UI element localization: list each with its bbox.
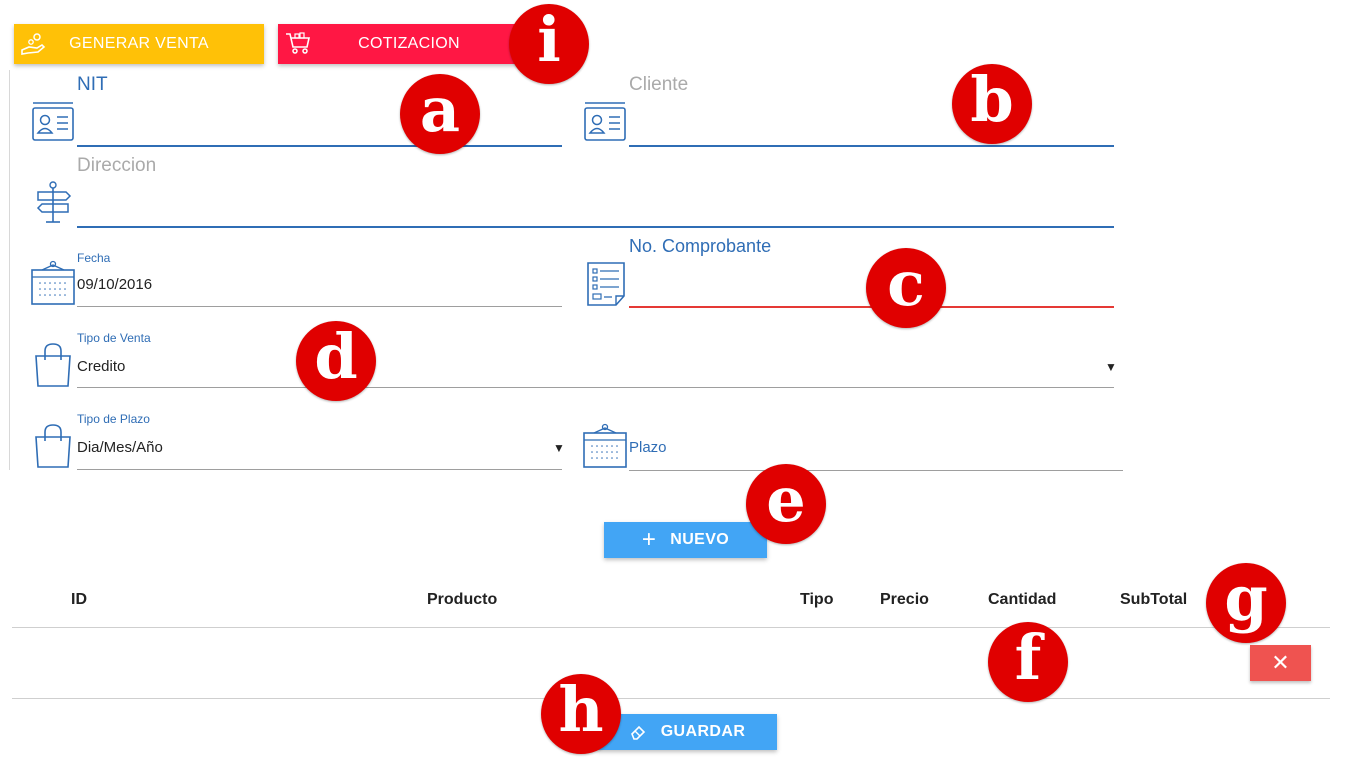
- fecha-underline: [77, 306, 562, 307]
- annotation-marker-g: g: [1206, 563, 1286, 643]
- fecha-label: Fecha: [77, 251, 111, 265]
- fecha-input[interactable]: 09/10/2016: [77, 276, 152, 293]
- guardar-button[interactable]: GUARDAR: [597, 714, 777, 750]
- annotation-marker-c: c: [866, 248, 946, 328]
- calendar-icon: [30, 260, 76, 306]
- cliente-underline: [629, 145, 1114, 147]
- cliente-label: Cliente: [629, 74, 689, 95]
- generar-venta-button[interactable]: GENERAR VENTA: [14, 24, 264, 64]
- dropdown-arrow-icon[interactable]: ▼: [553, 441, 565, 455]
- direccion-underline: [77, 226, 1114, 228]
- no-comprobante-label: No. Comprobante: [629, 236, 772, 256]
- id-card-icon: [30, 100, 76, 146]
- table-header-divider: [12, 627, 1330, 628]
- calendar-icon: [582, 423, 628, 469]
- close-icon: ✕: [1271, 650, 1290, 675]
- plazo-input[interactable]: Plazo: [629, 439, 667, 456]
- annotation-marker-e: e: [746, 464, 826, 544]
- shopping-bag-icon: [30, 342, 76, 388]
- column-header-producto: Producto: [427, 591, 498, 608]
- receipt-icon: [584, 260, 630, 306]
- column-header-subtotal: SubTotal: [1120, 591, 1188, 608]
- hand-money-icon: [20, 30, 48, 58]
- plazo-underline: [629, 470, 1123, 471]
- eraser-icon: [629, 723, 647, 741]
- guardar-label: GUARDAR: [660, 723, 746, 740]
- cliente-input[interactable]: [629, 104, 1114, 144]
- nit-underline: [77, 145, 562, 147]
- nit-input[interactable]: [77, 104, 562, 144]
- table-bottom-divider: [12, 698, 1330, 699]
- id-card-icon: [582, 100, 628, 146]
- shopping-bag-icon: [30, 423, 76, 469]
- annotation-marker-b: b: [952, 64, 1032, 144]
- column-header-tipo: Tipo: [800, 591, 834, 608]
- generar-venta-label: GENERAR VENTA: [69, 35, 209, 52]
- annotation-marker-i: i: [509, 4, 589, 84]
- column-header-id: ID: [71, 591, 87, 608]
- cotizacion-button[interactable]: COTIZACION: [278, 24, 540, 64]
- signpost-icon: [30, 180, 76, 226]
- cotizacion-label: COTIZACION: [358, 35, 460, 52]
- annotation-marker-h: h: [541, 674, 621, 754]
- nit-label: NIT: [77, 74, 108, 95]
- plus-icon: +: [641, 526, 657, 553]
- dropdown-arrow-icon[interactable]: ▼: [1105, 360, 1117, 374]
- tipo-venta-underline: [77, 387, 1114, 388]
- tipo-plazo-underline: [77, 469, 562, 470]
- column-header-cantidad: Cantidad: [988, 591, 1057, 608]
- delete-row-button[interactable]: ✕: [1250, 645, 1311, 681]
- tipo-plazo-select[interactable]: Dia/Mes/Año: [77, 439, 163, 456]
- direccion-input[interactable]: [77, 185, 1113, 225]
- tipo-venta-label: Tipo de Venta: [77, 331, 151, 345]
- annotation-marker-d: d: [296, 321, 376, 401]
- tipo-venta-select[interactable]: Credito: [77, 358, 125, 375]
- column-header-precio: Precio: [880, 591, 929, 608]
- shopping-cart-icon: [284, 30, 312, 58]
- annotation-marker-f: f: [988, 622, 1068, 702]
- tipo-plazo-label: Tipo de Plazo: [77, 412, 150, 426]
- annotation-marker-a: a: [400, 74, 480, 154]
- nuevo-button[interactable]: + NUEVO: [604, 522, 767, 558]
- nuevo-label: NUEVO: [670, 531, 730, 548]
- direccion-label: Direccion: [77, 155, 157, 176]
- form-left-border: [9, 70, 10, 470]
